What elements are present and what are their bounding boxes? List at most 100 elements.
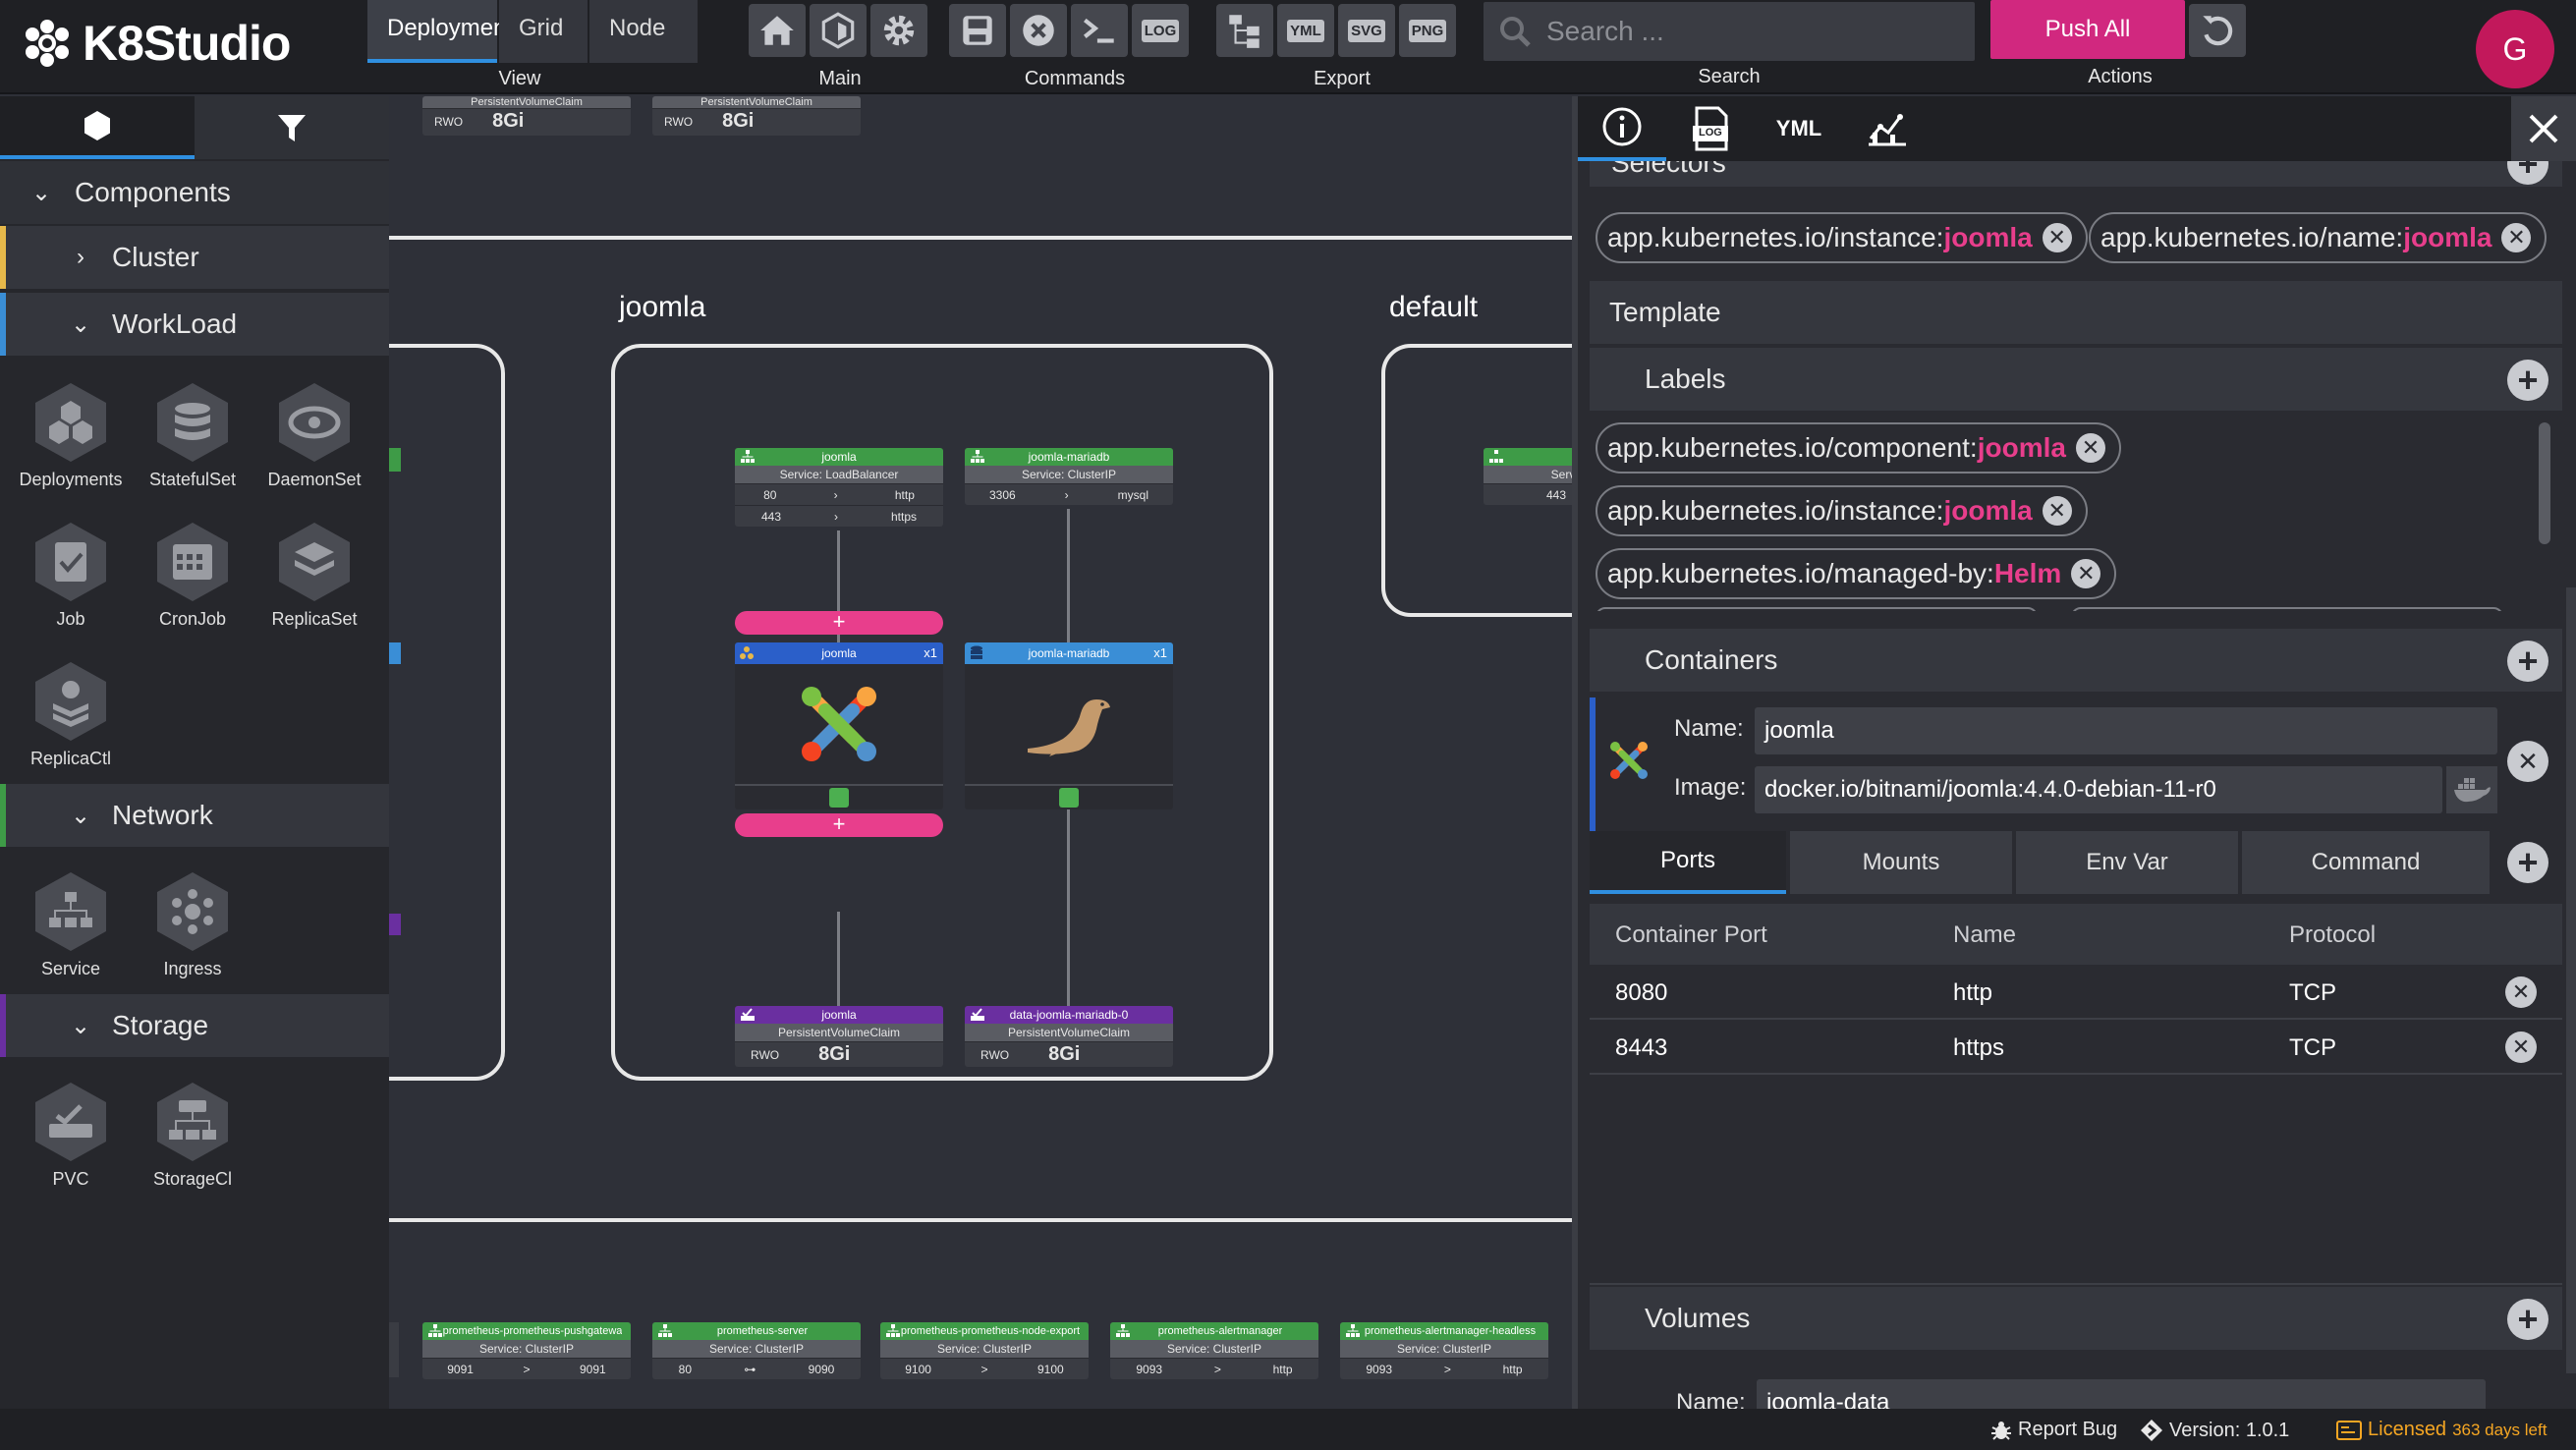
palette-daemonset[interactable]: DaemonSet xyxy=(255,377,373,490)
service-card[interactable]: prometheus-prometheus-node-export Service… xyxy=(880,1322,1089,1379)
pvc-card[interactable]: PersistentVolumeClaim RWO 8Gi xyxy=(652,96,861,136)
palette-job[interactable]: Job xyxy=(12,517,130,630)
settings-button[interactable] xyxy=(870,4,927,57)
tab-info[interactable] xyxy=(1578,96,1666,161)
tab-components[interactable] xyxy=(0,96,195,159)
export-tree-button[interactable] xyxy=(1216,4,1273,57)
palette-replicaset[interactable]: ReplicaSet xyxy=(255,517,373,630)
palette-deployments[interactable]: Deployments xyxy=(12,377,130,490)
label-chip[interactable]: app.kubernetes.io/component: joomla ✕ xyxy=(1596,422,2121,474)
service-card[interactable]: prometheus-server Service: ClusterIP 80 ⊶ 90… xyxy=(652,1322,861,1379)
export-svg-button[interactable]: SVG xyxy=(1338,4,1395,57)
port-name[interactable]: http xyxy=(1953,979,1992,1007)
export-yml-button[interactable]: YML xyxy=(1277,4,1334,57)
service-card[interactable]: prometheus-alertmanager-headless Service:… xyxy=(1340,1322,1548,1379)
save-button[interactable] xyxy=(949,4,1006,57)
tab-filter[interactable] xyxy=(195,96,389,159)
table-row[interactable]: 8443 https TCP ✕ xyxy=(1590,1020,2562,1075)
close-panel-button[interactable] xyxy=(2511,96,2576,161)
palette-statefulset[interactable]: StatefulSet xyxy=(134,377,252,490)
remove-chip-icon[interactable]: ✕ xyxy=(2501,223,2532,252)
tab-logs[interactable]: LOG xyxy=(1666,96,1755,161)
palette-pvc[interactable]: PVC xyxy=(12,1077,130,1190)
pvc-card-mariadb[interactable]: data-joomla-mariadb-0 PersistentVolumeCl… xyxy=(965,1006,1173,1067)
container-image-input[interactable]: docker.io/bitnami/joomla:4.4.0-debian-11… xyxy=(1755,766,2442,813)
port-value[interactable]: 8080 xyxy=(1615,979,1667,1007)
tab-command[interactable]: Command xyxy=(2242,831,2490,894)
remove-port-button[interactable]: ✕ xyxy=(2505,976,2537,1008)
palette-ingress[interactable]: Ingress xyxy=(134,866,252,979)
selector-chip[interactable]: app.kubernetes.io/name: joomla ✕ xyxy=(2089,212,2548,263)
diagram-canvas[interactable]: PersistentVolumeClaim RWO 8Gi Persistent… xyxy=(389,96,1572,1409)
port-value[interactable]: 8443 xyxy=(1615,1034,1667,1062)
add-port-button[interactable]: + xyxy=(2507,842,2548,883)
section-components[interactable]: ⌄ Components xyxy=(0,161,389,224)
workload-card-joomla[interactable]: joomla x1 xyxy=(735,642,943,809)
section-network[interactable]: ⌄ Network xyxy=(0,784,389,847)
port-name[interactable]: https xyxy=(1953,1034,2004,1062)
label-chip[interactable]: app.kubernetes.io/managed-by: Helm ✕ xyxy=(1596,548,2117,599)
tab-mounts[interactable]: Mounts xyxy=(1790,831,2012,894)
remove-container-button[interactable]: ✕ xyxy=(2507,741,2548,782)
report-bug-link[interactable]: Report Bug xyxy=(1990,1419,2117,1441)
service-card[interactable]: prometheus-alertmanager Service: ClusterI… xyxy=(1110,1322,1318,1379)
tab-env-var[interactable]: Env Var xyxy=(2016,831,2238,894)
undo-button[interactable] xyxy=(2189,4,2246,57)
tab-yml[interactable]: YML xyxy=(1755,96,1843,161)
palette-replicactl[interactable]: ReplicaCtl xyxy=(12,656,130,769)
palette-storageclass[interactable]: StorageCl xyxy=(134,1077,252,1190)
label-chip[interactable]: app.kubernetes.io/instance: joomla ✕ xyxy=(1596,485,2088,536)
selector-chip[interactable]: app.kubernetes.io/instance: joomla ✕ xyxy=(1596,212,2088,263)
add-pvc-button[interactable]: + xyxy=(735,813,943,837)
remove-chip-icon[interactable]: ✕ xyxy=(2075,433,2105,463)
export-png-button[interactable]: PNG xyxy=(1399,4,1456,57)
workload-card-mariadb[interactable]: joomla-mariadb x1 xyxy=(965,642,1173,809)
panel-scrollbar[interactable] xyxy=(2566,587,2576,1373)
license-info[interactable]: Licensed 363 days left xyxy=(2336,1419,2547,1441)
remove-chip-icon[interactable]: ✕ xyxy=(2071,559,2101,588)
service-card-joomla[interactable]: joomla Service: LoadBalancer 80 › http 443… xyxy=(735,448,943,527)
remove-chip-icon[interactable]: ✕ xyxy=(2042,496,2072,526)
palette-label: Ingress xyxy=(163,959,222,978)
service-card-default[interactable]: Servi 443 xyxy=(1484,448,1572,505)
pvc-card[interactable]: PersistentVolumeClaim RWO 8Gi xyxy=(422,96,631,136)
labels-scrollbar[interactable] xyxy=(2539,422,2550,544)
service-card-mariadb[interactable]: joomla-mariadb Service: ClusterIP 3306 › m… xyxy=(965,448,1173,505)
chevron-right-icon: › xyxy=(77,244,84,270)
add-selector-button[interactable]: + xyxy=(2507,161,2548,185)
port-protocol[interactable]: TCP xyxy=(2289,979,2336,1007)
service-type: Service: ClusterIP xyxy=(1110,1340,1318,1358)
namespace-button[interactable] xyxy=(810,4,867,57)
port-protocol[interactable]: TCP xyxy=(2289,1034,2336,1062)
add-volume-button[interactable]: + xyxy=(2507,1299,2548,1340)
tab-ports[interactable]: Ports xyxy=(1590,831,1786,894)
docker-button[interactable] xyxy=(2446,766,2497,813)
terminal-button[interactable] xyxy=(1071,4,1128,57)
search-input[interactable] xyxy=(1546,16,1959,47)
user-avatar[interactable]: G xyxy=(2476,10,2554,88)
remove-port-button[interactable]: ✕ xyxy=(2505,1032,2537,1063)
palette-service[interactable]: Service xyxy=(12,866,130,979)
service-card[interactable]: prometheus-prometheus-pushgatewa Service:… xyxy=(422,1322,631,1379)
logs-button[interactable]: LOG xyxy=(1132,4,1189,57)
tab-node[interactable]: Node xyxy=(589,0,698,63)
add-label-button[interactable]: + xyxy=(2507,360,2548,401)
pvc-card-joomla[interactable]: joomla PersistentVolumeClaim RWO 8Gi xyxy=(735,1006,943,1067)
cancel-button[interactable] xyxy=(1010,4,1067,57)
add-container-button[interactable]: + xyxy=(2507,641,2548,682)
add-service-button[interactable]: + xyxy=(735,611,943,635)
tab-metrics[interactable] xyxy=(1843,96,1932,161)
section-storage[interactable]: ⌄ Storage xyxy=(0,994,389,1057)
volume-name-input[interactable]: joomla-data xyxy=(1757,1379,2486,1409)
tab-grid[interactable]: Grid xyxy=(499,0,588,63)
palette-cronjob[interactable]: CronJob xyxy=(134,517,252,630)
home-button[interactable] xyxy=(749,4,806,57)
section-workload[interactable]: ⌄ WorkLoad xyxy=(0,293,389,356)
push-all-button[interactable]: Push All xyxy=(1990,0,2185,59)
tab-deployment[interactable]: Deployment xyxy=(367,0,513,63)
table-row[interactable]: 8080 http TCP ✕ xyxy=(1590,965,2562,1020)
container-name-input[interactable]: joomla xyxy=(1755,707,2497,754)
namespace-box[interactable] xyxy=(389,344,505,1081)
section-cluster[interactable]: › Cluster xyxy=(0,226,389,289)
remove-chip-icon[interactable]: ✕ xyxy=(2042,223,2072,252)
